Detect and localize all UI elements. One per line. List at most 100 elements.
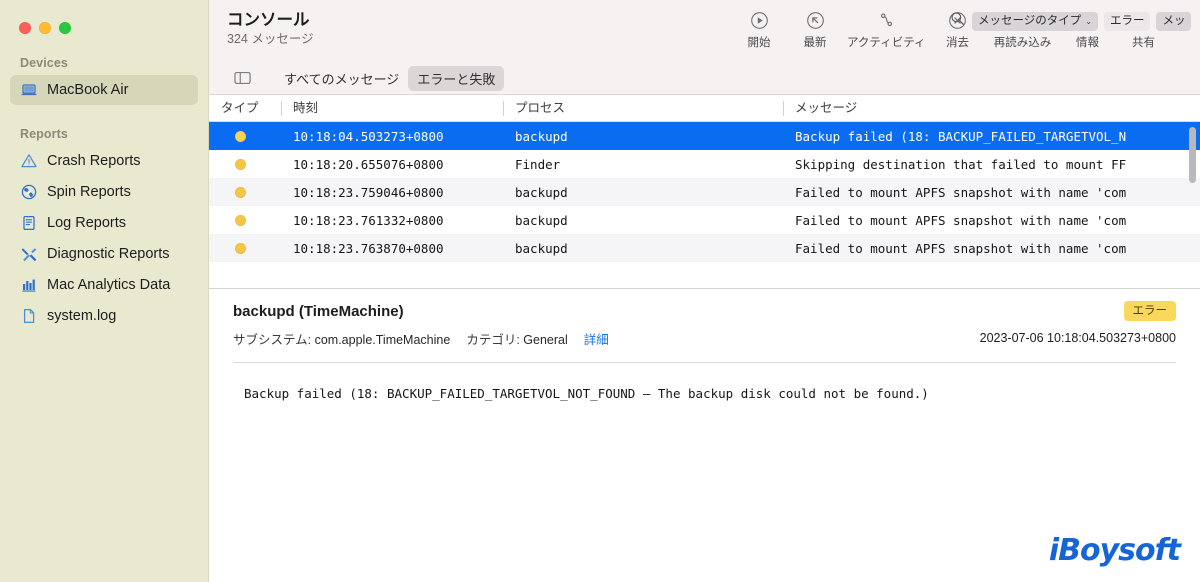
detail-subsystem: サブシステム: com.apple.TimeMachine [233,329,450,348]
row-process: backupd [515,240,568,256]
bar-chart-icon [19,276,38,295]
column-header-process[interactable]: プロセス [503,95,783,122]
detail-message-body: Backup failed (18: BACKUP_FAILED_TARGETV… [244,386,929,401]
row-time: 10:18:04.503273+0800 [293,128,444,144]
iboysoft-watermark: iBoysoft [1048,533,1181,568]
activity-button[interactable]: アクティビティ [843,6,930,50]
sidebar-item-crash-reports[interactable]: Crash Reports [10,146,198,176]
row-message: Backup failed (18: BACKUP_FAILED_TARGETV… [795,128,1127,144]
page-title: コンソール [227,11,310,29]
start-button-label: 開始 [747,37,771,49]
sidebar-item-system-log[interactable]: system.log [10,301,198,331]
latest-button[interactable]: 最新 [787,6,843,50]
activity-path-icon [877,9,896,31]
detail-title: backupd (TimeMachine) [233,303,404,320]
row-time: 10:18:23.761332+0800 [293,212,444,228]
search-token-label: エラー [1109,14,1145,27]
latest-button-label: 最新 [803,37,827,49]
row-time: 10:18:23.763870+0800 [293,240,444,256]
sidebar-item-diagnostic-reports[interactable]: Diagnostic Reports [10,239,198,269]
window-traffic-lights [0,0,208,34]
search-token-truncated[interactable]: メッ [1156,11,1192,31]
main-area: コンソール 324 メッセージ 開始 最新 アクティビティ 消去 再読み込み 情… [209,0,1200,582]
activity-button-label: アクティビティ [847,37,926,49]
minimize-button[interactable] [39,22,51,34]
sidebar-item-label: system.log [47,308,117,324]
search-tokens: メッセージのタイプ ⌄ エラー メッ [972,11,1192,31]
row-process: Finder [515,156,561,172]
chevron-down-icon: ⌄ [1085,16,1092,26]
row-message: Failed to mount APFS snapshot with name … [795,212,1127,228]
warning-dot-icon [235,130,246,142]
row-process: backupd [515,128,568,144]
sidebar-item-mac-analytics-data[interactable]: Mac Analytics Data [10,270,198,300]
sidebar-item-log-reports[interactable]: Log Reports [10,208,198,238]
sidebar-item-spin-reports[interactable]: Spin Reports [10,177,198,207]
table-row[interactable]: 10:18:20.655076+0800 Finder Skipping des… [209,150,1200,178]
status-badge: エラー [1123,301,1176,321]
spinner-icon [19,183,38,202]
warning-triangle-icon [19,152,38,171]
sidebar-item-label: MacBook Air [47,82,129,98]
detail-category-value: General [523,333,568,347]
row-type-indicator [209,186,281,198]
filter-bar: すべてのメッセージ エラーと失敗 [209,62,1200,95]
warning-dot-icon [235,214,246,226]
row-time: 10:18:20.655076+0800 [293,156,444,172]
row-message: Skipping destination that failed to moun… [795,156,1127,172]
play-circle-icon [750,9,769,31]
detail-category: カテゴリ: General [466,329,567,348]
sidebar-item-label: Crash Reports [47,153,141,169]
sidebar-item-macbook-air[interactable]: MacBook Air [10,75,198,105]
sidebar-item-label: Mac Analytics Data [47,277,171,293]
row-time: 10:18:23.759046+0800 [293,184,444,200]
sidebar: Devices MacBook Air Reports Crash Report… [0,0,209,582]
start-button[interactable]: 開始 [731,6,787,50]
document-lines-icon [19,214,38,233]
table-row[interactable]: 10:18:23.763870+0800 backupd Failed to m… [209,234,1200,262]
filter-tab-errors-and-faults[interactable]: エラーと失敗 [408,65,505,91]
detail-separator [233,362,1176,363]
row-type-indicator [209,158,281,170]
warning-dot-icon [235,186,246,198]
search-icon [950,11,965,31]
column-header-type[interactable]: タイプ [209,95,281,122]
row-type-indicator [209,130,281,142]
sidebar-section-devices-title: Devices [20,56,68,70]
detail-subsystem-value: com.apple.TimeMachine [314,333,451,347]
detail-details-link[interactable]: 詳細 [584,329,609,348]
close-button[interactable] [19,22,31,34]
search-field[interactable]: メッセージのタイプ ⌄ エラー メッ [942,11,1200,31]
search-token-label: メッセージのタイプ [978,14,1082,27]
sidebar-item-label: Log Reports [47,215,126,231]
filter-tab-all-messages[interactable]: すべてのメッセージ [275,66,408,91]
table-row[interactable]: 10:18:23.759046+0800 backupd Failed to m… [209,178,1200,206]
sidebar-item-label: Spin Reports [47,184,131,200]
table-vertical-scrollbar[interactable] [1189,127,1196,183]
detail-category-label: カテゴリ: [466,333,520,347]
messages-table: タイプ 時刻 プロセス メッセージ 10:18:04.503273+0800 b… [209,95,1200,288]
console-window: Devices MacBook Air Reports Crash Report… [0,0,1200,582]
detail-pane: backupd (TimeMachine) サブシステム: com.apple.… [209,289,1200,582]
reload-button-label: 再読み込み [993,37,1052,49]
sidebar-toggle-icon[interactable] [231,68,253,88]
search-token-message-type[interactable]: メッセージのタイプ ⌄ [972,11,1098,31]
sidebar-item-label: Diagnostic Reports [47,246,170,262]
detail-header: backupd (TimeMachine) サブシステム: com.apple.… [233,289,1176,348]
search-token-label: メッ [1162,14,1186,27]
table-row[interactable]: 10:18:04.503273+0800 backupd Backup fail… [209,122,1200,150]
laptop-icon [19,81,38,100]
warning-dot-icon [235,158,246,170]
column-header-time[interactable]: 時刻 [281,95,503,122]
search-token-error[interactable]: エラー [1103,11,1151,31]
row-type-indicator [209,214,281,226]
detail-subsystem-label: サブシステム: [233,333,312,347]
column-header-message[interactable]: メッセージ [783,95,1200,122]
clear-button-label: 消去 [946,37,970,49]
sidebar-section-reports-title: Reports [20,127,68,141]
share-button-label: 共有 [1132,37,1156,49]
toolbar-title-block: コンソール 324 メッセージ [209,0,314,48]
zoom-button[interactable] [59,22,71,34]
table-row[interactable]: 10:18:23.761332+0800 backupd Failed to m… [209,206,1200,234]
table-body: 10:18:04.503273+0800 backupd Backup fail… [209,122,1200,262]
